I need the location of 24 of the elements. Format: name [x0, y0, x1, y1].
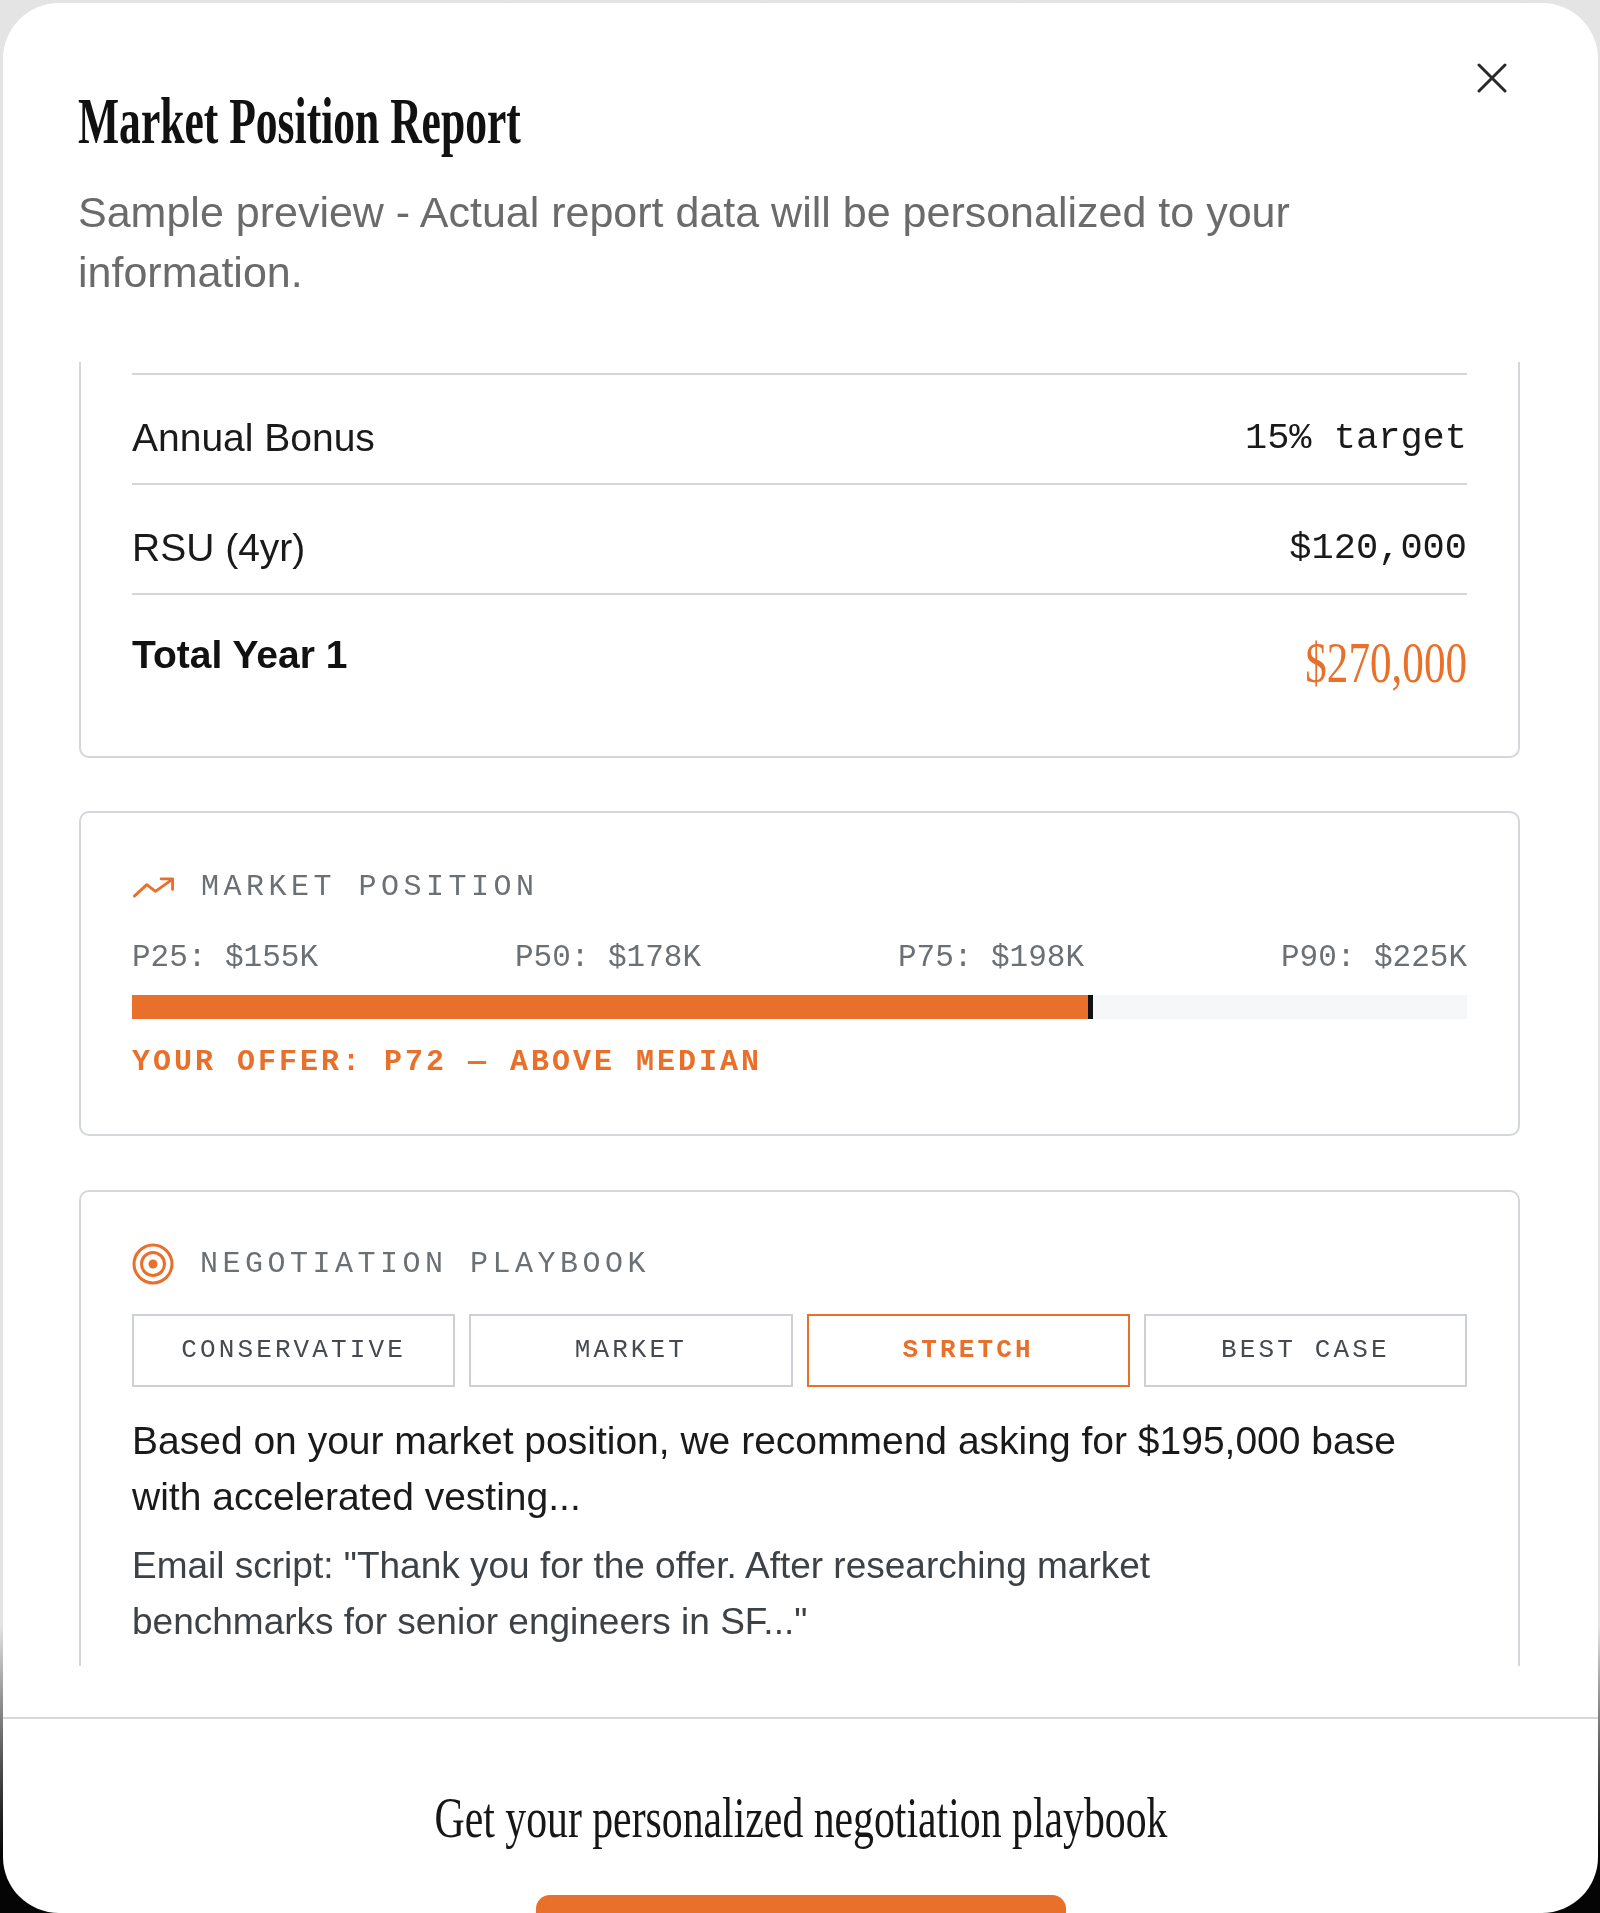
- strategy-tab[interactable]: CONSERVATIVE: [132, 1314, 456, 1387]
- section-heading: NEGOTIATION PLAYBOOK: [200, 1247, 651, 1281]
- trend-up-icon: [132, 876, 175, 898]
- row-value: 15% target: [1244, 418, 1467, 458]
- percentile-label: P90: $225K: [1280, 940, 1467, 976]
- close-button[interactable]: [1477, 63, 1507, 93]
- percentile-label: P50: $178K: [515, 940, 701, 976]
- recommendation-text: Based on your market position, we recommend asking for $195,000 base with accelerated vesting...: [132, 1418, 1397, 1520]
- dialog-subtitle: Sample preview - Actual report data will be personalized to your information.: [78, 187, 1291, 298]
- section-heading: MARKET POSITION: [201, 870, 539, 904]
- email-script-text: Email script: "Thank you for the offer. After researching market benchmarks for senior engineers in SF...": [132, 1544, 1152, 1644]
- close-icon: [1477, 63, 1507, 93]
- row-label: Annual Bonus: [132, 418, 375, 458]
- total-label: Total Year 1: [132, 635, 348, 675]
- offer-note: YOUR OFFER: P72 — ABOVE MEDIAN: [132, 1045, 764, 1079]
- row-value: $120,000: [1289, 528, 1467, 568]
- total-value: $270,000: [1305, 635, 1467, 691]
- percentile-label: P25: $155K: [132, 940, 319, 976]
- target-icon: [132, 1243, 174, 1285]
- strategy-tab[interactable]: MARKET: [469, 1314, 793, 1387]
- footer-prompt: Get your personalized negotiation playbook: [434, 1786, 1167, 1850]
- strategy-tab[interactable]: BEST CASE: [1143, 1314, 1467, 1387]
- row-label: RSU (4yr): [132, 528, 306, 568]
- percentile-label: P75: $198K: [897, 940, 1084, 976]
